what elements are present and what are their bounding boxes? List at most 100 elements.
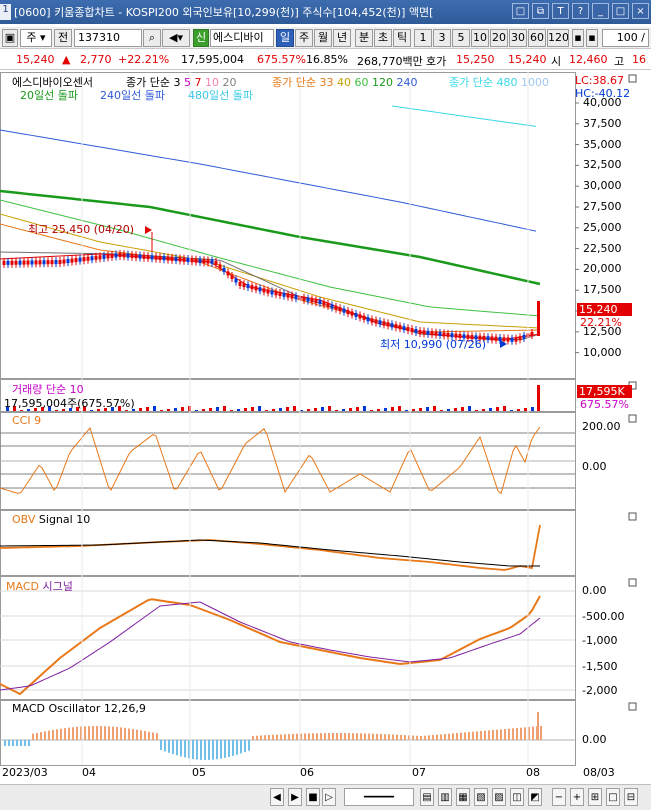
zoom-out-icon[interactable]: − (552, 788, 566, 806)
candle-body (234, 278, 238, 283)
osc-bar (180, 740, 182, 757)
stop-icon[interactable]: ■ (306, 788, 320, 806)
candle-body (242, 283, 246, 288)
interval-1[interactable]: 1 (414, 29, 432, 47)
candle-body (46, 260, 50, 265)
price-tick-label: 10,000 (583, 345, 622, 359)
volume-bar (391, 407, 394, 411)
panel-toggle-icon[interactable]: ▣ (2, 29, 18, 47)
osc-bar (372, 733, 374, 740)
interval-5[interactable]: 5 (452, 29, 470, 47)
tools-icon[interactable]: ▪ (586, 29, 598, 47)
link-icon[interactable]: ⧉ (532, 3, 549, 19)
period-minute[interactable]: 분 (355, 29, 373, 47)
interval-120[interactable]: 120 (547, 29, 569, 47)
candle-body (114, 253, 118, 258)
chart-area[interactable]: 에스디바이오센서 종가 단순 3 5 7 10 20 종가 단순 33 40 6… (0, 72, 651, 779)
period-month[interactable]: 월 (314, 29, 332, 47)
maximize-button[interactable]: □ (612, 3, 629, 19)
price-tick-label: 22,500 (583, 241, 622, 255)
price-pct-tag: 22.21% (580, 316, 622, 329)
help-icon[interactable]: ? (572, 3, 589, 19)
scroll-left-icon[interactable]: ◀ (270, 788, 284, 806)
osc-bar (444, 734, 446, 740)
volume-bar (209, 408, 212, 411)
osc-bar (156, 733, 158, 740)
period-tick[interactable]: 틱 (393, 29, 411, 47)
sound-icon[interactable]: ◀▾ (162, 29, 190, 47)
osc-bar (324, 733, 326, 740)
chart-type-icon-4[interactable]: ▧ (474, 788, 488, 806)
chart-type-icon-3[interactable]: ▦ (456, 788, 470, 806)
x-label-3: 06 (300, 766, 314, 779)
open-value: 12,460 (569, 53, 608, 66)
zoom-in-icon[interactable]: + (570, 788, 584, 806)
up-arrow-icon: ▲ (62, 53, 71, 66)
price-bar: 15,240 ▲ 2,770 +22.21% 17,595,004 675.57… (0, 50, 651, 70)
period-week[interactable]: 주 (295, 29, 313, 47)
count-input[interactable]: 100 / (602, 29, 649, 47)
candle-body (126, 253, 130, 258)
prev-button[interactable]: 전 (54, 29, 72, 47)
osc-bar (392, 734, 394, 740)
expand-icon[interactable]: ⊟ (624, 788, 638, 806)
candle-body (250, 285, 254, 290)
osc-bar (360, 733, 362, 740)
reset-icon[interactable]: □ (606, 788, 620, 806)
interval-20[interactable]: 20 (490, 29, 508, 47)
settings-icon[interactable]: ▪ (572, 29, 584, 47)
interval-3[interactable]: 3 (433, 29, 451, 47)
interval-10[interactable]: 10 (471, 29, 489, 47)
high-annotation: 최고 25,450 (04/20) (28, 223, 135, 236)
osc-bar (416, 735, 418, 740)
osc-bar (312, 733, 314, 740)
close-button[interactable]: × (632, 3, 649, 19)
osc-bar (512, 728, 514, 740)
candle-body (286, 293, 290, 298)
osc-bar (116, 727, 118, 740)
chart-type-icon-6[interactable]: ◫ (510, 788, 524, 806)
osc-bar (56, 729, 58, 740)
stock-code-input[interactable]: 137310 (74, 29, 142, 47)
step-icon[interactable]: ▷ (322, 788, 336, 806)
osc-bar (352, 733, 354, 740)
chart-type-icon-2[interactable]: ▥ (438, 788, 452, 806)
period-second[interactable]: 초 (374, 29, 392, 47)
volume-bar (181, 407, 184, 411)
cci-tick-0: 0.00 (582, 460, 607, 473)
chart-type-icon-7[interactable]: ◩ (528, 788, 542, 806)
osc-bar (452, 733, 454, 740)
play-icon[interactable]: ▶ (288, 788, 302, 806)
chart-type-icon-5[interactable]: ▨ (492, 788, 506, 806)
candle-body (50, 260, 54, 265)
interval-30[interactable]: 30 (509, 29, 527, 47)
change-value: 2,770 (80, 53, 112, 66)
open-label: 시 (551, 55, 562, 68)
scroll-slider[interactable]: ━━━━━ (344, 788, 414, 806)
market-type-select[interactable]: 주 ▾ (20, 29, 52, 47)
volume-bar (153, 406, 156, 411)
candle-body (246, 284, 250, 289)
volume-bar (489, 408, 492, 411)
chart-canvas[interactable] (0, 72, 651, 768)
search-icon[interactable]: ⌕ (143, 29, 161, 47)
osc-panel-title: MACD Oscillator 12,26,9 (12, 702, 146, 715)
change-percent: +22.21% (118, 53, 170, 66)
chart-type-icon-1[interactable]: ▤ (420, 788, 434, 806)
candle-body (202, 259, 206, 264)
text-icon[interactable]: T (552, 3, 569, 19)
obv-signal-line (0, 539, 540, 567)
window-list-icon[interactable]: □ (512, 3, 529, 19)
collapse-icon[interactable]: ⊞ (588, 788, 602, 806)
candle-body (310, 298, 314, 303)
period-year[interactable]: 년 (333, 29, 351, 47)
osc-bar (436, 734, 438, 740)
candle-body (334, 305, 338, 310)
minimize-button[interactable]: _ (592, 3, 609, 19)
osc-bar (532, 726, 534, 740)
hoga-value: 15,250 (456, 53, 495, 66)
volume-bar (251, 407, 254, 411)
stock-name-field: 에스디바이 (210, 29, 274, 47)
interval-60[interactable]: 60 (528, 29, 546, 47)
period-day[interactable]: 일 (276, 29, 294, 47)
